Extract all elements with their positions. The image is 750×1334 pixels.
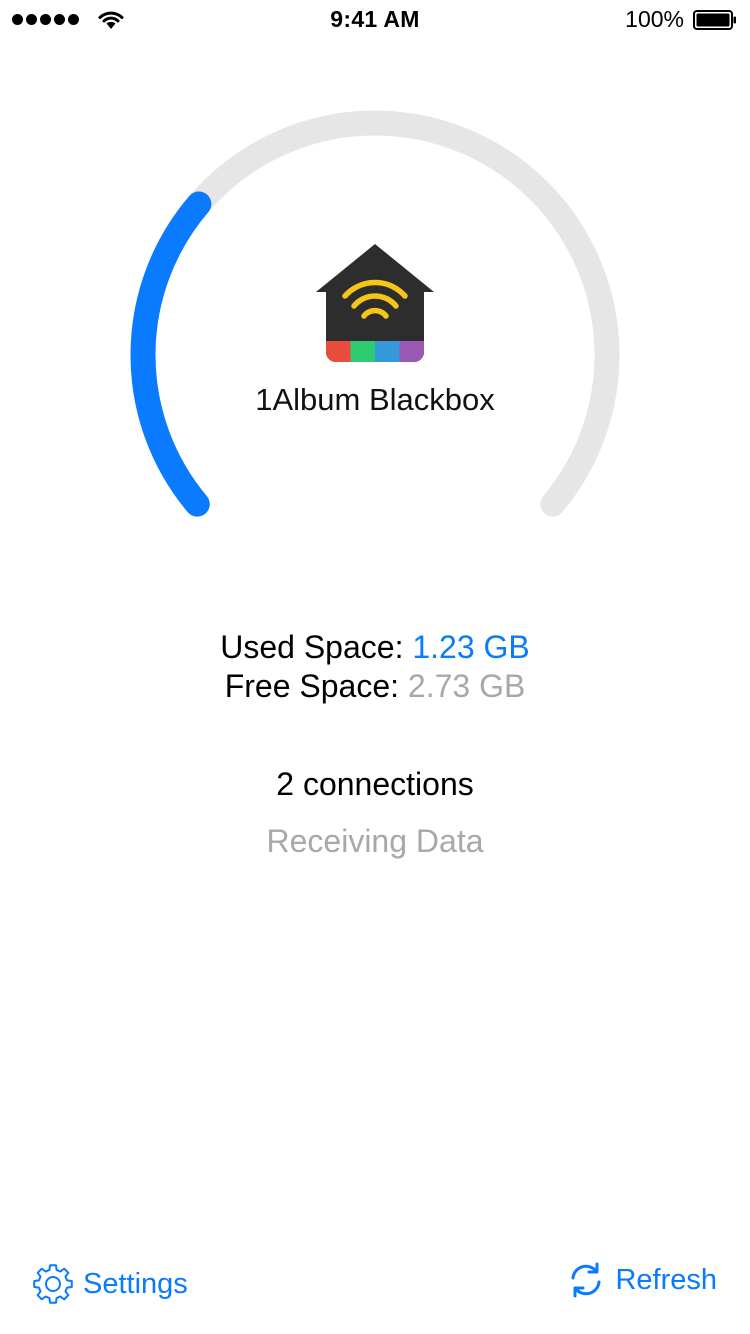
device-name: 1Album Blackbox bbox=[255, 382, 495, 417]
free-space-value: 2.73 GB bbox=[407, 668, 526, 704]
refresh-icon bbox=[571, 1262, 601, 1298]
gauge-used-arc bbox=[130, 191, 212, 517]
used-space-row: Used Space: 1.23 GB bbox=[0, 628, 750, 667]
used-space-value: 1.23 GB bbox=[412, 629, 530, 665]
storage-stats: Used Space: 1.23 GB Free Space: 2.73 GB bbox=[0, 628, 750, 706]
free-space-label: Free Space: bbox=[224, 668, 399, 704]
settings-label: Settings bbox=[83, 1267, 188, 1300]
connection-status: Receiving Data bbox=[266, 823, 484, 859]
bottom-toolbar: Settings Refresh bbox=[0, 1234, 750, 1334]
gear-icon bbox=[33, 1264, 73, 1304]
app-screen: 9:41 AM 100% 1Album Blackbox Used Space:… bbox=[0, 0, 750, 1334]
refresh-label: Refresh bbox=[615, 1263, 717, 1296]
free-space-row: Free Space: 2.73 GB bbox=[0, 667, 750, 706]
used-space-label: Used Space: bbox=[220, 629, 404, 665]
refresh-button[interactable]: Refresh bbox=[569, 1262, 717, 1298]
connections-count: 2 connections bbox=[276, 766, 474, 802]
wifi-house-icon bbox=[316, 244, 434, 362]
settings-button[interactable]: Settings bbox=[31, 1262, 188, 1306]
